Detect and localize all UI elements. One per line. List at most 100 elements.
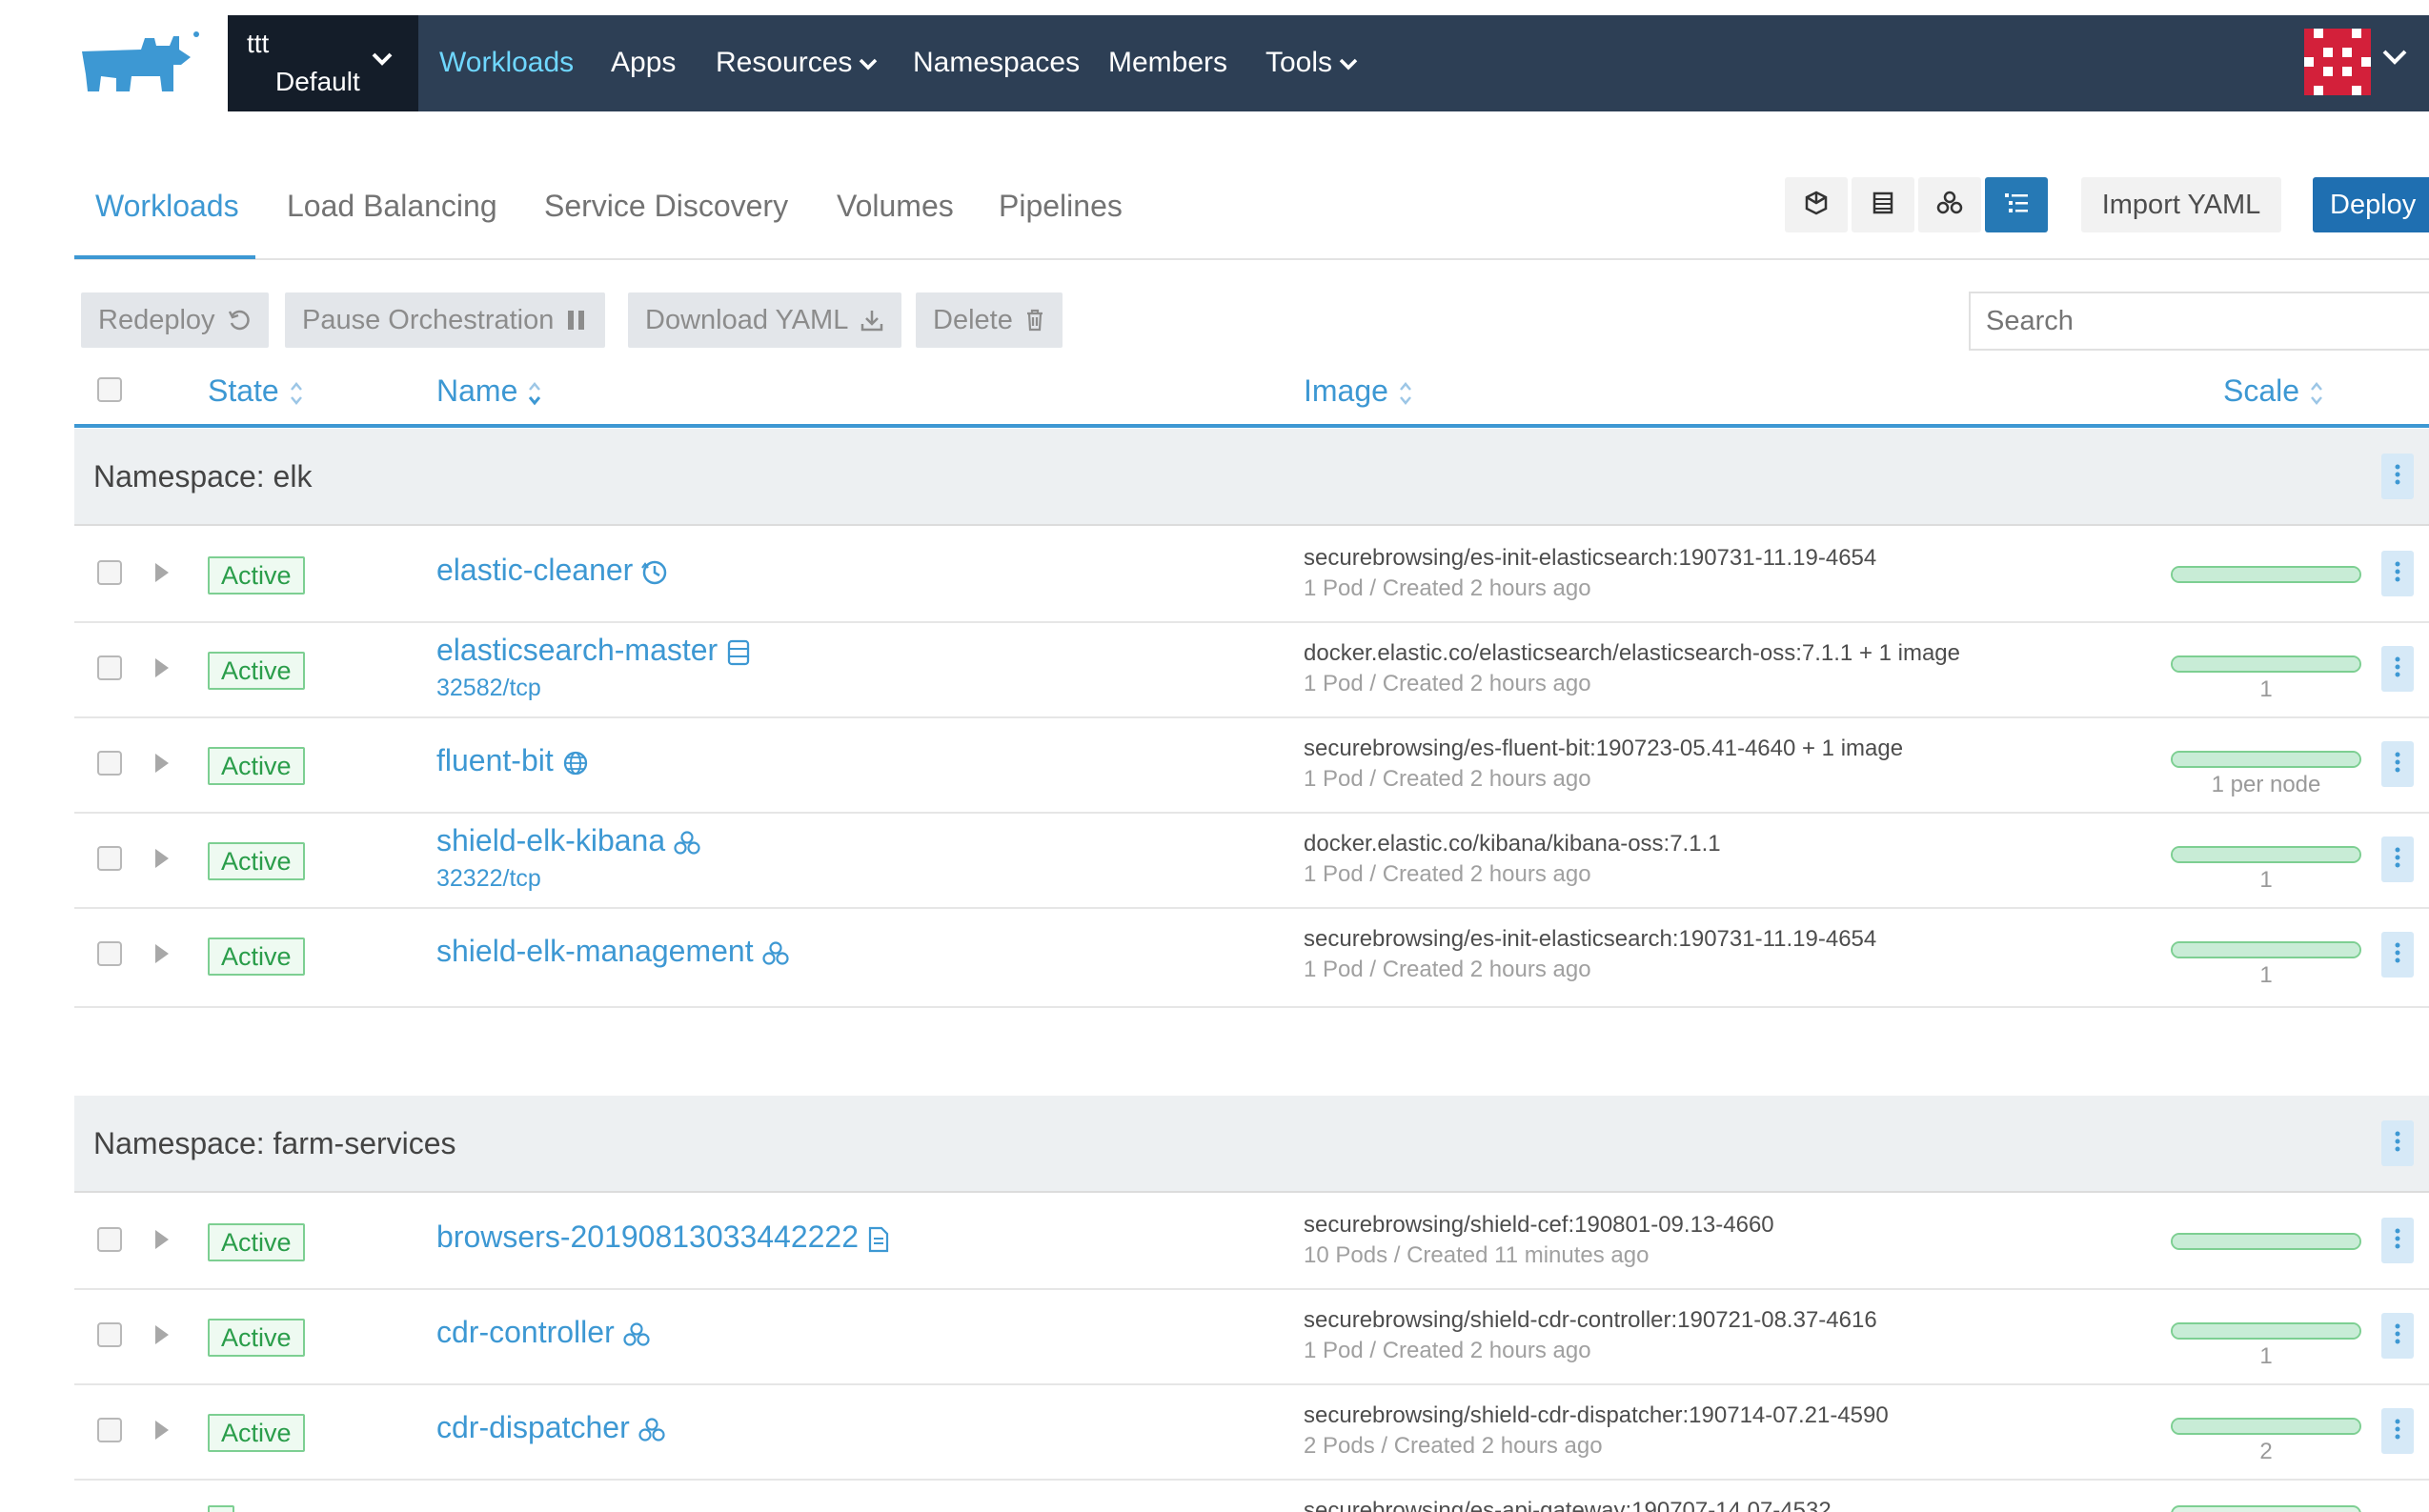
scale-count: 1 per node <box>2211 772 2321 797</box>
table-row[interactable]: Active browsers-20190813033442222 secure… <box>74 1193 2429 1290</box>
workload-port[interactable]: 32322/tcp <box>436 865 541 893</box>
workload-meta: 1 Pod / Created 2 hours ago <box>1304 766 1591 792</box>
scale-bar <box>2171 1322 2361 1340</box>
scale-bar <box>2171 1505 2361 1512</box>
status-badge: Active <box>208 1319 305 1357</box>
expand-arrow-icon[interactable] <box>152 560 172 590</box>
table-row[interactable]: Active elasticsearch-master 32582/tcp do… <box>74 621 2429 718</box>
view-list-button[interactable] <box>1852 177 1914 232</box>
tab-pipelines[interactable]: Pipelines <box>999 189 1123 224</box>
row-actions-button[interactable] <box>2381 741 2414 787</box>
row-checkbox[interactable] <box>97 1418 122 1442</box>
expand-arrow-icon[interactable] <box>152 941 172 971</box>
active-tab-indicator <box>74 255 255 259</box>
import-yaml-button[interactable]: Import YAML <box>2081 177 2281 232</box>
view-node-button[interactable] <box>1785 177 1848 232</box>
expand-arrow-icon[interactable] <box>152 1227 172 1257</box>
kebab-icon <box>2395 1130 2400 1158</box>
download-yaml-button[interactable]: Download YAML <box>628 292 902 348</box>
cluster-icon <box>1936 191 1963 220</box>
workload-name-link[interactable]: browsers-20190813033442222 <box>436 1220 891 1255</box>
chevron-down-icon[interactable] <box>2380 48 2409 71</box>
column-header-scale[interactable]: Scale <box>2223 373 2324 409</box>
expand-arrow-icon[interactable] <box>152 1418 172 1447</box>
tab-volumes[interactable]: Volumes <box>837 189 954 224</box>
workload-image: securebrowsing/shield-cef:190801-09.13-4… <box>1304 1212 1774 1238</box>
expand-arrow-icon[interactable] <box>152 1322 172 1352</box>
row-actions-button[interactable] <box>2381 1313 2414 1359</box>
table-row[interactable]: Active elastic-cleaner securebrowsing/es… <box>74 526 2429 623</box>
row-actions-button[interactable] <box>2381 551 2414 596</box>
redeploy-button[interactable]: Redeploy <box>81 292 269 348</box>
group-actions-button[interactable] <box>2381 1120 2414 1166</box>
column-header-image[interactable]: Image <box>1304 373 1413 409</box>
row-actions-button[interactable] <box>2381 646 2414 692</box>
workload-name-link[interactable]: shield-elk-kibana <box>436 823 701 858</box>
view-group-button[interactable] <box>1918 177 1981 232</box>
view-tree-button[interactable] <box>1985 177 2048 232</box>
cluster-project-switcher[interactable]: ttt Default <box>228 15 418 111</box>
group-actions-button[interactable] <box>2381 454 2414 499</box>
workload-meta: 10 Pods / Created 11 minutes ago <box>1304 1242 1650 1268</box>
kebab-icon <box>2395 1322 2400 1350</box>
row-checkbox[interactable] <box>97 941 122 966</box>
row-checkbox[interactable] <box>97 560 122 585</box>
workload-name-link[interactable]: elastic-cleaner <box>436 553 669 588</box>
row-checkbox[interactable] <box>97 1227 122 1252</box>
tab-service-discovery[interactable]: Service Discovery <box>544 189 788 224</box>
workload-image: docker.elastic.co/elasticsearch/elastics… <box>1304 640 1961 666</box>
table-row[interactable]: Active shield-elk-management securebrows… <box>74 907 2429 1008</box>
row-checkbox[interactable] <box>97 1322 122 1347</box>
expand-arrow-icon[interactable] <box>152 655 172 685</box>
row-checkbox[interactable] <box>97 751 122 776</box>
column-header-state[interactable]: State <box>208 373 304 409</box>
table-row[interactable]: Active shield-elk-kibana 32322/tcp docke… <box>74 812 2429 909</box>
nav-tools[interactable]: Tools <box>1265 44 1359 82</box>
deploy-button[interactable]: Deploy <box>2313 177 2429 232</box>
table-row[interactable]: Active cdr-dispatcher securebrowsing/shi… <box>74 1383 2429 1481</box>
list-icon <box>1871 191 1895 220</box>
row-actions-button[interactable] <box>2381 932 2414 978</box>
globe-icon <box>563 751 587 775</box>
select-all-checkbox[interactable] <box>97 377 122 402</box>
workload-name-link[interactable]: cdr-controller <box>436 1315 651 1350</box>
nav-members[interactable]: Members <box>1108 44 1227 82</box>
chevron-down-icon <box>1339 58 1358 71</box>
table-row[interactable]: Active cdr-controller securebrowsing/shi… <box>74 1288 2429 1385</box>
scale-bar <box>2171 846 2361 863</box>
tab-load-balancing[interactable]: Load Balancing <box>287 189 497 224</box>
row-checkbox[interactable] <box>97 655 122 680</box>
sort-icon <box>1399 381 1411 405</box>
namespace-label: Namespace: elk <box>93 459 313 494</box>
column-header-name[interactable]: Name <box>436 373 542 409</box>
rancher-logo-icon[interactable] <box>74 29 208 95</box>
row-actions-button[interactable] <box>2381 1218 2414 1263</box>
nav-workloads[interactable]: Workloads <box>439 44 574 82</box>
table-row[interactable]: securebrowsing/es-api-gateway:190707-14.… <box>74 1481 2429 1512</box>
row-checkbox[interactable] <box>97 846 122 871</box>
nav-apps[interactable]: Apps <box>611 44 676 82</box>
status-badge: Active <box>208 652 305 690</box>
status-badge: Active <box>208 937 305 976</box>
user-avatar[interactable] <box>2304 29 2371 95</box>
tabs-divider <box>74 258 2429 260</box>
kebab-icon <box>2395 463 2400 491</box>
search-input[interactable] <box>1969 292 2429 351</box>
expand-arrow-icon[interactable] <box>152 751 172 780</box>
delete-button[interactable]: Delete <box>916 292 1063 348</box>
workload-name-link[interactable]: shield-elk-management <box>436 934 790 969</box>
kebab-icon <box>2395 941 2400 969</box>
workload-port[interactable]: 32582/tcp <box>436 675 541 702</box>
workload-name-link[interactable]: elasticsearch-master <box>436 633 752 668</box>
workload-name-link[interactable]: cdr-dispatcher <box>436 1410 666 1445</box>
row-actions-button[interactable] <box>2381 837 2414 882</box>
expand-arrow-icon[interactable] <box>152 846 172 876</box>
tab-workloads[interactable]: Workloads <box>95 189 239 224</box>
workload-name-link[interactable]: fluent-bit <box>436 743 590 778</box>
workload-meta: 1 Pod / Created 2 hours ago <box>1304 671 1591 696</box>
table-row[interactable]: Active fluent-bit securebrowsing/es-flue… <box>74 716 2429 814</box>
nav-namespaces[interactable]: Namespaces <box>913 44 1080 82</box>
pause-orchestration-button[interactable]: Pause Orchestration <box>285 292 606 348</box>
row-actions-button[interactable] <box>2381 1408 2414 1454</box>
nav-resources[interactable]: Resources <box>716 44 879 82</box>
